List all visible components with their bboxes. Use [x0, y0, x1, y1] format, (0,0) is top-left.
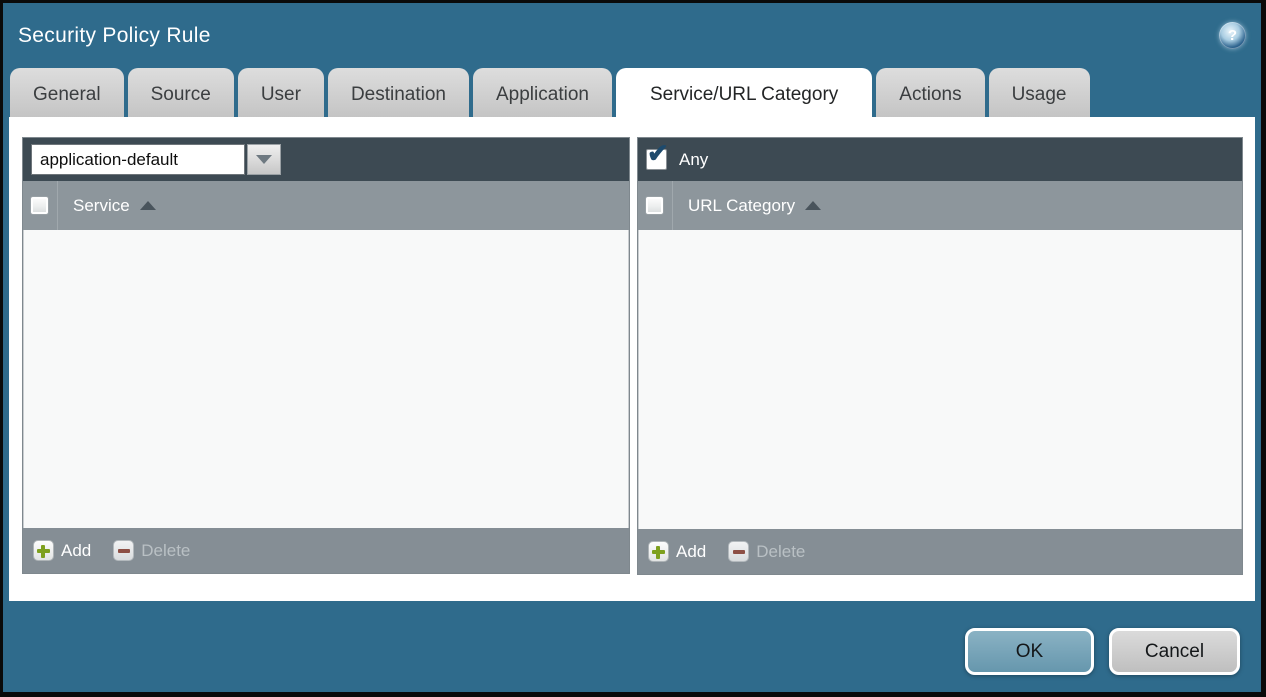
column-divider [57, 181, 58, 230]
add-plus-icon [33, 540, 54, 561]
security-policy-rule-dialog: Security Policy Rule ? General Source Us… [3, 3, 1261, 692]
service-delete-button[interactable]: Delete [113, 540, 190, 561]
tab-usage[interactable]: Usage [989, 68, 1090, 120]
chevron-down-icon [256, 155, 272, 164]
cancel-button[interactable]: Cancel [1109, 628, 1240, 675]
delete-button-label: Delete [141, 541, 190, 561]
tab-content: Service Add Delete ✔ Any [9, 117, 1255, 601]
tab-general[interactable]: General [10, 68, 124, 120]
url-category-select-all-checkbox[interactable] [645, 196, 664, 215]
tab-strip: General Source User Destination Applicat… [10, 68, 1090, 120]
delete-minus-icon [113, 540, 134, 561]
title-bar: Security Policy Rule ? [3, 3, 1261, 68]
add-button-label: Add [61, 541, 91, 561]
service-type-dropdown-input[interactable] [31, 144, 245, 175]
service-type-dropdown-button[interactable] [247, 144, 281, 175]
ok-button[interactable]: OK [965, 628, 1094, 675]
tab-destination[interactable]: Destination [328, 68, 469, 120]
sort-ascending-icon[interactable] [140, 201, 156, 210]
tab-user[interactable]: User [238, 68, 324, 120]
url-category-table-footer: Add Delete [638, 529, 1242, 574]
help-icon[interactable]: ? [1219, 22, 1246, 49]
add-plus-icon [648, 541, 669, 562]
help-icon-glyph: ? [1228, 27, 1237, 44]
service-toolbar [23, 138, 629, 181]
service-table-header: Service [23, 181, 629, 230]
service-table-footer: Add Delete [23, 528, 629, 573]
service-add-button[interactable]: Add [33, 540, 91, 561]
any-checkbox[interactable]: ✔ [646, 149, 667, 170]
any-checkbox-label: Any [679, 150, 708, 170]
url-category-panel: ✔ Any URL Category Add Delete [637, 137, 1243, 575]
sort-ascending-icon[interactable] [805, 201, 821, 210]
delete-button-label: Delete [756, 542, 805, 562]
tab-service-url-category[interactable]: Service/URL Category [616, 68, 872, 120]
tab-actions[interactable]: Actions [876, 68, 984, 120]
url-category-column-header[interactable]: URL Category [688, 196, 795, 216]
tab-source[interactable]: Source [128, 68, 234, 120]
service-column-header[interactable]: Service [73, 196, 130, 216]
url-category-table-body[interactable] [638, 230, 1242, 529]
checkmark-icon: ✔ [647, 140, 669, 166]
url-category-toolbar: ✔ Any [638, 138, 1242, 181]
column-divider [672, 181, 673, 230]
dialog-title: Security Policy Rule [18, 24, 211, 48]
add-button-label: Add [676, 542, 706, 562]
url-category-table-header: URL Category [638, 181, 1242, 230]
url-category-add-button[interactable]: Add [648, 541, 706, 562]
service-select-all-checkbox[interactable] [30, 196, 49, 215]
tab-application[interactable]: Application [473, 68, 612, 120]
delete-minus-icon [728, 541, 749, 562]
service-table-body[interactable] [23, 230, 629, 528]
url-category-delete-button[interactable]: Delete [728, 541, 805, 562]
service-panel: Service Add Delete [22, 137, 630, 574]
